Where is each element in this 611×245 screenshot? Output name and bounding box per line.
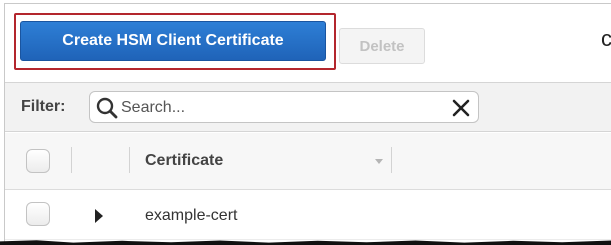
- row-checkbox[interactable]: [26, 202, 50, 226]
- expand-row-icon[interactable]: [95, 209, 103, 223]
- column-header-certificate[interactable]: Certificate: [145, 152, 223, 170]
- certificate-panel: Create HSM Client Certificate Delete c F…: [4, 3, 611, 243]
- column-separator: [71, 147, 72, 173]
- filter-label: Filter:: [21, 98, 66, 115]
- search-input[interactable]: [121, 97, 441, 119]
- select-all-checkbox[interactable]: [26, 149, 50, 173]
- search-box[interactable]: [89, 91, 479, 123]
- certificate-name: example-cert: [145, 207, 238, 224]
- toolbar: Create HSM Client Certificate Delete c: [5, 4, 611, 82]
- sort-caret-icon[interactable]: [375, 159, 383, 164]
- column-separator: [129, 147, 130, 173]
- create-hsm-client-certificate-button[interactable]: Create HSM Client Certificate: [20, 21, 326, 61]
- column-separator: [391, 147, 392, 173]
- truncated-edge-text: c: [601, 26, 611, 51]
- delete-button[interactable]: Delete: [339, 28, 425, 64]
- filter-bar: Filter:: [5, 82, 611, 132]
- clear-search-icon[interactable]: [450, 97, 472, 119]
- search-icon: [96, 97, 118, 119]
- table-header: Certificate: [5, 133, 611, 190]
- table-row[interactable]: example-cert: [5, 190, 611, 240]
